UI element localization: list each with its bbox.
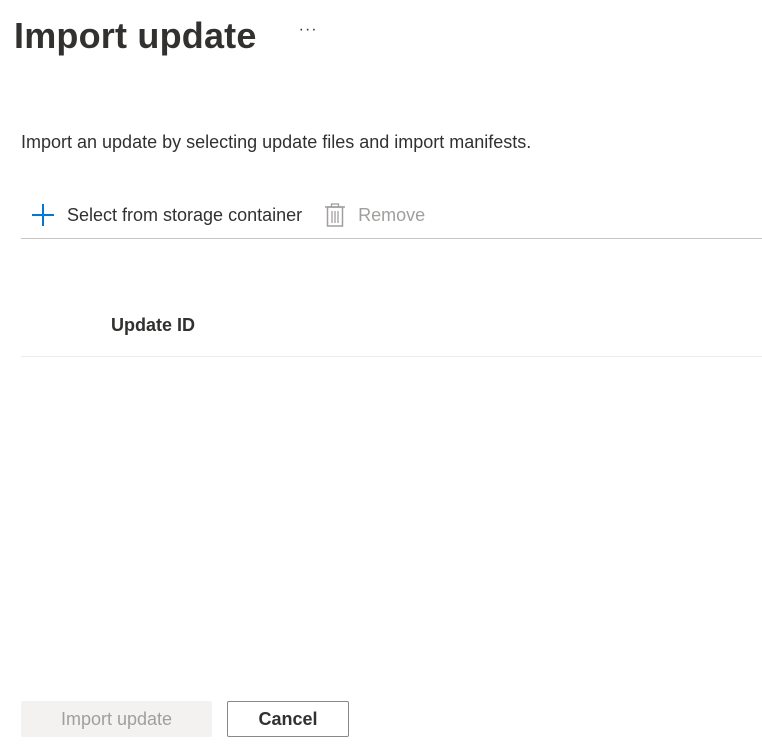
import-update-panel: Import update ··· Import an update by se… xyxy=(0,0,762,750)
plus-icon xyxy=(31,203,55,227)
updates-table: Update ID xyxy=(21,300,762,357)
column-header-update-id[interactable]: Update ID xyxy=(111,315,195,336)
import-update-button[interactable]: Import update xyxy=(21,701,212,737)
description-text: Import an update by selecting update fil… xyxy=(21,132,532,152)
remove-button[interactable]: Remove xyxy=(324,197,425,233)
remove-label: Remove xyxy=(358,204,426,225)
command-bar: Select from storage container Remove xyxy=(21,192,762,239)
select-from-storage-label: Select from storage container xyxy=(67,204,303,225)
footer-actions: Import update Cancel xyxy=(21,701,349,737)
more-options-button[interactable]: ··· xyxy=(295,6,322,54)
trash-icon xyxy=(324,203,346,227)
page-title: Import update xyxy=(14,15,257,56)
select-from-storage-button[interactable]: Select from storage container xyxy=(31,197,302,233)
table-header-row: Update ID xyxy=(21,300,762,357)
header: Import update ··· xyxy=(14,12,322,60)
cancel-button[interactable]: Cancel xyxy=(227,701,349,737)
